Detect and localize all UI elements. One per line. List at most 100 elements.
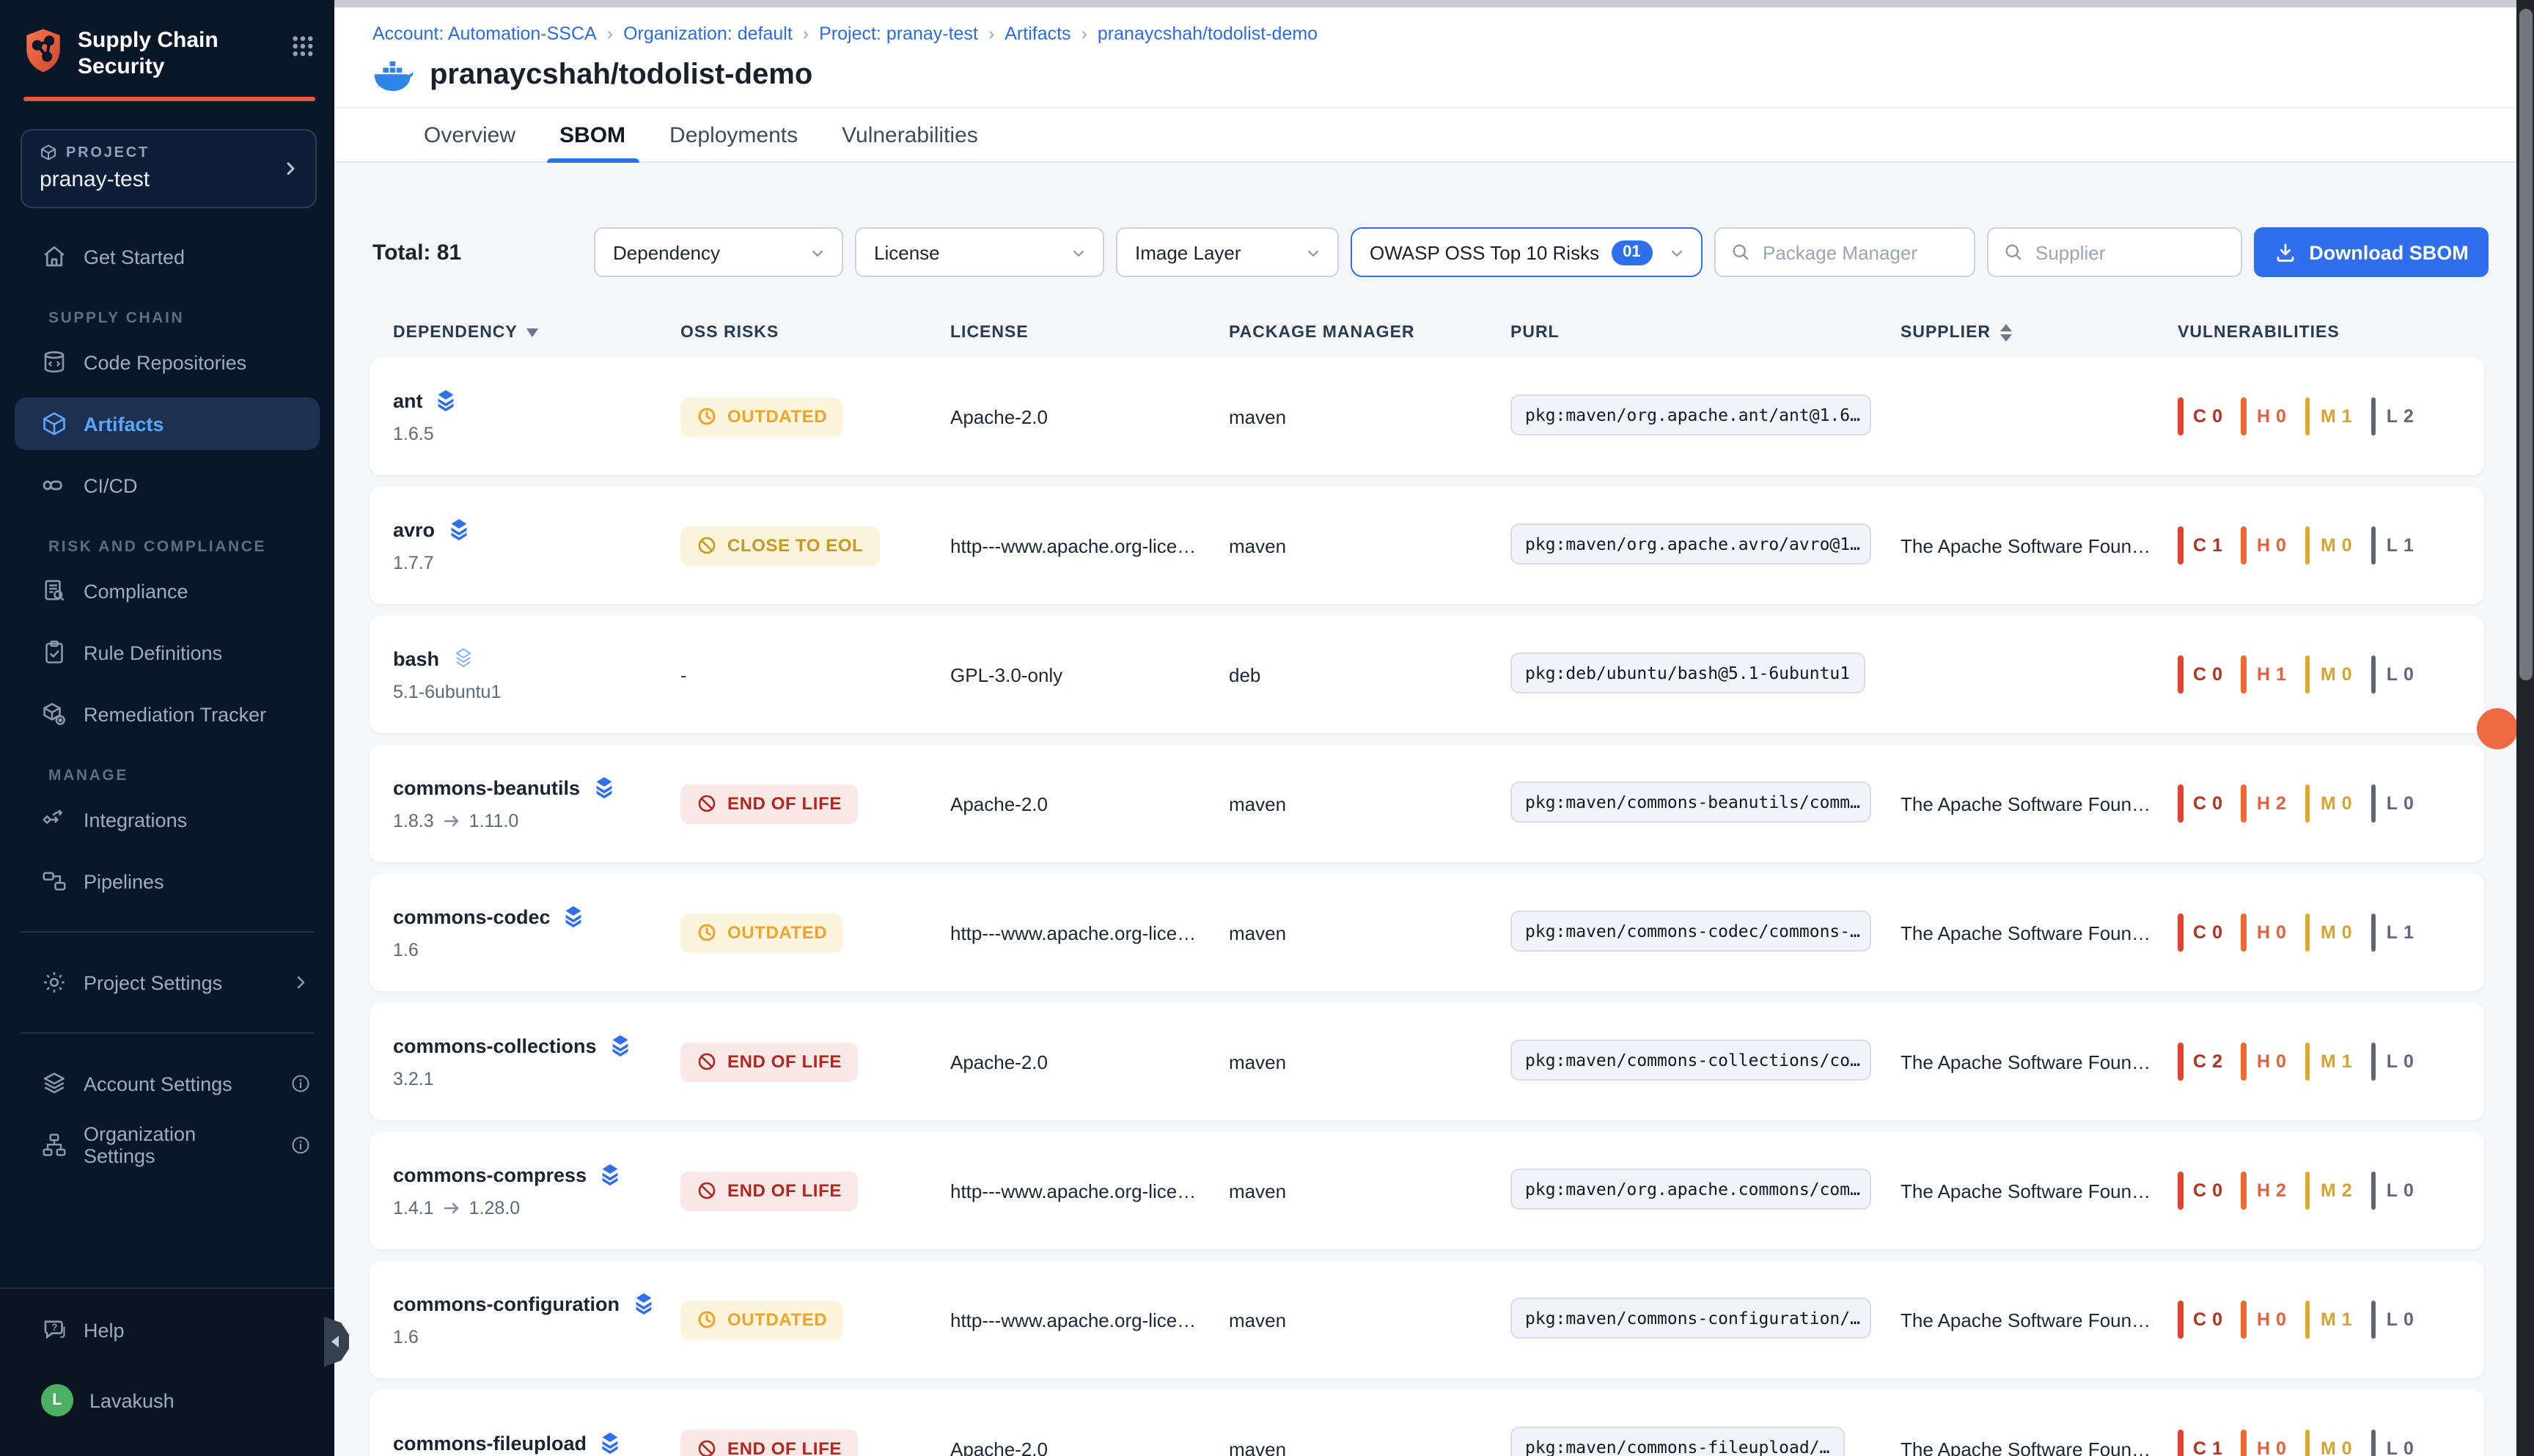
sidebar-item-get-started[interactable]: Get Started — [0, 230, 334, 283]
purl-pill[interactable]: pkg:maven/org.apache.ant/ant@1.6… — [1510, 394, 1871, 435]
severity-h: H1 — [2241, 655, 2286, 694]
filter-image-layer[interactable]: Image Layer — [1116, 227, 1339, 277]
severity-h: H0 — [2241, 1430, 2286, 1456]
home-icon — [41, 243, 67, 270]
severity-letter: H — [2257, 1438, 2270, 1456]
sidebar-item-label: Code Repositories — [84, 351, 246, 373]
repo-icon — [41, 349, 67, 375]
severity-count: 0 — [2276, 406, 2286, 427]
table-row[interactable]: bash 5.1-6ubuntu1 - GPL-3.0-only deb pkg… — [370, 616, 2484, 733]
table-row[interactable]: ant 1.6.5 OUTDATED Apache-2.0 maven pkg:… — [370, 358, 2484, 475]
severity-letter: C — [2193, 922, 2206, 943]
sidebar-item-rule-definitions[interactable]: Rule Definitions — [0, 626, 334, 679]
supplier: The Apache Software Foun… — [1900, 1180, 2178, 1202]
severity-bar — [2371, 1172, 2376, 1210]
purl-pill[interactable]: pkg:maven/commons-codec/commons-… — [1510, 910, 1871, 951]
chevron-right-icon — [287, 974, 314, 991]
severity-letter: C — [2193, 1180, 2206, 1201]
severity-letter: C — [2193, 406, 2206, 427]
purl-pill[interactable]: pkg:maven/org.apache.avro/avro@1… — [1510, 523, 1871, 564]
severity-count: 2 — [2276, 793, 2286, 814]
page-title: pranaycshah/todolist-demo — [430, 59, 812, 92]
filter-dependency[interactable]: Dependency — [594, 227, 843, 277]
severity-h: H0 — [2241, 1301, 2286, 1339]
vulnerability-counts: C1H0M0L1 — [2178, 526, 2461, 565]
sidebar-user[interactable]: L Lavakush — [0, 1374, 334, 1427]
table-row[interactable]: commons-compress 1.4.1 1.28.0 END OF LIF… — [370, 1132, 2484, 1249]
sidebar: Supply Chain Security PROJECT pranay-t — [0, 0, 334, 1456]
sidebar-item-pipelines[interactable]: Pipelines — [0, 855, 334, 908]
severity-l: L0 — [2371, 1301, 2414, 1339]
filter-license[interactable]: License — [855, 227, 1104, 277]
table-row[interactable]: commons-fileupload END OF LIFE Apache-2.… — [370, 1390, 2484, 1456]
column-header-dependency[interactable]: DEPENDENCY — [393, 324, 680, 342]
breadcrumb-link[interactable]: pranaycshah/todolist-demo — [1098, 23, 1318, 44]
info-icon[interactable] — [287, 1073, 314, 1094]
column-header-supplier[interactable]: SUPPLIER — [1900, 324, 2178, 342]
purl-pill[interactable]: pkg:deb/ubuntu/bash@5.1-6ubuntu1 — [1510, 652, 1865, 693]
risk-label: END OF LIFE — [727, 1180, 842, 1201]
sidebar-item-compliance[interactable]: Compliance — [0, 565, 334, 617]
info-icon[interactable] — [287, 1135, 314, 1155]
sidebar-item-artifacts[interactable]: Artifacts — [15, 397, 320, 450]
oss-risk-badge: END OF LIFE — [680, 1429, 858, 1456]
breadcrumb-link[interactable]: Organization: default — [623, 23, 793, 44]
breadcrumb-link[interactable]: Artifacts — [1005, 23, 1070, 44]
sidebar-item-account-settings[interactable]: Account Settings — [0, 1057, 334, 1110]
tab-vulnerabilities[interactable]: Vulnerabilities — [842, 109, 978, 161]
sidebar-item-integrations[interactable]: Integrations — [0, 793, 334, 846]
breadcrumb-link[interactable]: Project: pranay-test — [819, 23, 978, 44]
purl-pill[interactable]: pkg:maven/commons-fileupload/… — [1510, 1426, 1844, 1456]
sidebar-item-organization-settings[interactable]: Organization Settings — [0, 1119, 334, 1172]
purl-pill[interactable]: pkg:maven/org.apache.commons/com… — [1510, 1168, 1871, 1209]
package-manager: maven — [1229, 1051, 1510, 1073]
table-row[interactable]: avro 1.7.7 CLOSE TO EOL http---www.apach… — [370, 487, 2484, 604]
tab-deployments[interactable]: Deployments — [669, 109, 798, 161]
sidebar-item-ci-cd[interactable]: CI/CD — [0, 459, 334, 512]
sort-icon[interactable] — [1999, 324, 2011, 342]
purl-pill[interactable]: pkg:maven/commons-configuration/… — [1510, 1297, 1871, 1338]
project-selector[interactable]: PROJECT pranay-test — [21, 129, 317, 208]
purl-pill[interactable]: pkg:maven/commons-collections/co… — [1510, 1039, 1871, 1080]
scrollbar-thumb[interactable] — [2519, 9, 2532, 680]
package-manager-input[interactable] — [1763, 241, 1959, 263]
license: GPL-3.0-only — [950, 663, 1229, 685]
table-body: ant 1.6.5 OUTDATED Apache-2.0 maven pkg:… — [370, 358, 2484, 1456]
table-row[interactable]: commons-codec 1.6 OUTDATED http---www.ap… — [370, 874, 2484, 991]
tab-sbom[interactable]: SBOM — [559, 109, 625, 161]
download-label: Download SBOM — [2309, 241, 2469, 263]
filter-owasp-oss-top10[interactable]: OWASP OSS Top 10 Risks 01 — [1351, 227, 1703, 277]
sidebar-item-remediation-tracker[interactable]: Remediation Tracker — [0, 688, 334, 740]
table-row[interactable]: commons-configuration 1.6 OUTDATED http-… — [370, 1261, 2484, 1378]
severity-l: L0 — [2371, 1043, 2414, 1081]
sidebar-item-help[interactable]: ? Help — [0, 1304, 334, 1356]
license: http---www.apache.org-lice… — [950, 1309, 1229, 1331]
vulnerability-counts: C0H2M2L0 — [2178, 1172, 2461, 1210]
app-switcher-grid-icon[interactable] — [292, 35, 314, 57]
dependency-name: commons-fileupload — [393, 1433, 587, 1455]
sidebar-item-code-repositories[interactable]: Code Repositories — [0, 336, 334, 389]
table-row[interactable]: commons-collections 3.2.1 END OF LIFE Ap… — [370, 1003, 2484, 1120]
breadcrumb-separator: › — [803, 23, 809, 44]
severity-letter: M — [2321, 664, 2336, 685]
sort-desc-icon[interactable] — [526, 328, 538, 337]
license: Apache-2.0 — [950, 1051, 1229, 1073]
user-avatar: L — [41, 1384, 73, 1416]
severity-count: 0 — [2403, 664, 2414, 685]
supplier: The Apache Software Foun… — [1900, 922, 2178, 944]
notification-dot[interactable] — [2477, 708, 2518, 749]
supplier-input[interactable] — [2035, 241, 2226, 263]
breadcrumb-link[interactable]: Account: Automation-SSCA — [372, 23, 597, 44]
severity-letter: L — [2387, 535, 2398, 556]
severity-count: 0 — [2212, 793, 2222, 814]
breadcrumb-separator: › — [988, 23, 994, 44]
vulnerability-counts: C0H0M1L2 — [2178, 397, 2461, 435]
scrollbar[interactable] — [2516, 0, 2534, 1456]
purl-pill[interactable]: pkg:maven/commons-beanutils/comm… — [1510, 781, 1871, 822]
sidebar-section-title: MANAGE — [0, 767, 334, 784]
download-sbom-button[interactable]: Download SBOM — [2254, 227, 2489, 277]
table-row[interactable]: commons-beanutils 1.8.3 1.11.0 END OF LI… — [370, 745, 2484, 862]
tab-overview[interactable]: Overview — [424, 109, 515, 161]
sidebar-item-project-settings[interactable]: Project Settings — [0, 956, 334, 1009]
table-header-row: DEPENDENCYOSS RISKSLICENSEPACKAGE MANAGE… — [370, 324, 2484, 342]
